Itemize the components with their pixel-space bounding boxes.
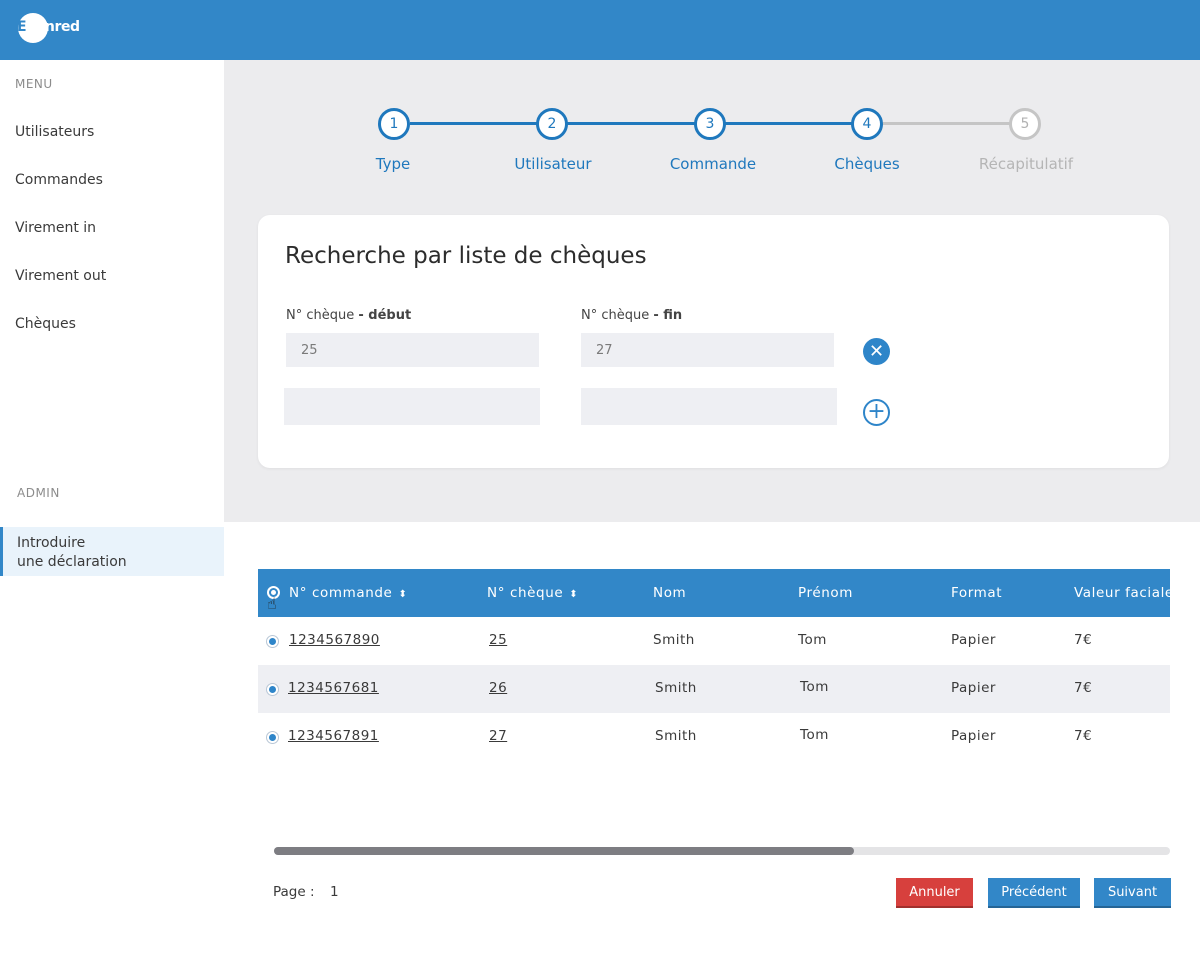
commande-link[interactable]: 1234567890	[289, 632, 380, 648]
sidebar: MENU Utilisateurs Commandes Virement in …	[0, 60, 224, 963]
page-number: 1	[330, 884, 339, 900]
plus-circle-icon: +	[867, 399, 886, 424]
end-field-label-prefix: N° chèque	[581, 308, 650, 323]
column-header-commande[interactable]: N° commande ⬍	[289, 585, 407, 601]
step-4-label[interactable]: Chèques	[787, 155, 947, 173]
menu-heading: MENU	[15, 77, 53, 91]
step-3-label[interactable]: Commande	[633, 155, 793, 173]
column-header-prenom: Prénom	[798, 585, 854, 601]
previous-button[interactable]: Précédent	[988, 878, 1080, 908]
cell-valeur: 7€	[1074, 680, 1093, 696]
sidebar-item-virement-out[interactable]: Virement out	[15, 268, 106, 284]
step-2-label[interactable]: Utilisateur	[473, 155, 633, 173]
step-5-label: Récapitulatif	[978, 155, 1074, 173]
cheque-end-input-1[interactable]: 27	[581, 333, 834, 367]
cell-format: Papier	[951, 632, 996, 648]
row-select-radio[interactable]	[266, 635, 279, 648]
table-row: 1234567681 26 Smith Tom Papier 7€	[258, 665, 1170, 713]
search-card: Recherche par liste de chèques N° chèque…	[258, 215, 1169, 468]
sidebar-item-virement-in[interactable]: Virement in	[15, 220, 96, 236]
column-header-commande-label: N° commande	[289, 585, 393, 601]
admin-heading: ADMIN	[17, 486, 60, 500]
start-field-label-suffix: - début	[358, 308, 412, 323]
table-scrollbar-thumb[interactable]	[274, 847, 854, 855]
commande-link[interactable]: 1234567891	[288, 728, 379, 744]
admin-item-line2: une déclaration	[17, 554, 127, 570]
step-2-circle[interactable]: 2	[536, 108, 568, 140]
commande-link[interactable]: 1234567681	[288, 680, 379, 696]
stepper-line-pending	[870, 122, 1015, 125]
sort-icon[interactable]: ⬍	[569, 589, 578, 600]
logo-text-first: E	[17, 19, 27, 35]
cancel-button[interactable]: Annuler	[896, 878, 973, 908]
step-5-circle: 5	[1009, 108, 1041, 140]
logo-text: Edenred	[17, 19, 80, 35]
cell-prenom: Tom	[800, 679, 829, 695]
sidebar-item-introduire-declaration[interactable]: Introduire une déclaration	[0, 527, 224, 576]
admin-item-line1: Introduire	[17, 535, 86, 551]
cheque-link[interactable]: 25	[489, 632, 507, 648]
stepper-line-done	[410, 122, 870, 125]
next-button[interactable]: Suivant	[1094, 878, 1171, 908]
end-field-label-suffix: - fin	[653, 308, 683, 323]
row-select-radio[interactable]	[266, 683, 279, 696]
column-header-nom: Nom	[653, 585, 687, 601]
step-1-circle[interactable]: 1	[378, 108, 410, 140]
top-header: Edenred	[0, 0, 1200, 60]
cell-nom: Smith	[653, 632, 695, 648]
edenred-logo[interactable]: Edenred	[15, 10, 80, 48]
cell-nom: Smith	[655, 680, 697, 696]
column-header-cheque[interactable]: N° chèque ⬍	[487, 585, 578, 601]
cheque-link[interactable]: 26	[489, 680, 507, 696]
cell-format: Papier	[951, 680, 996, 696]
sidebar-item-utilisateurs[interactable]: Utilisateurs	[15, 124, 94, 140]
table-row: 1234567890 25 Smith Tom Papier 7€	[258, 617, 1170, 665]
cell-nom: Smith	[655, 728, 697, 744]
cheque-start-input-1[interactable]: 25	[286, 333, 539, 367]
search-card-title: Recherche par liste de chèques	[285, 243, 647, 269]
step-3-circle[interactable]: 3	[694, 108, 726, 140]
end-field-label: N° chèque - fin	[581, 308, 682, 323]
start-field-label-prefix: N° chèque	[286, 308, 355, 323]
cell-valeur: 7€	[1074, 728, 1093, 744]
pointer-hand-icon: ☝	[267, 594, 278, 613]
cheque-end-input-2[interactable]	[581, 388, 837, 425]
page-label: Page :	[273, 884, 315, 900]
sidebar-item-commandes[interactable]: Commandes	[15, 172, 103, 188]
cell-prenom: Tom	[798, 632, 827, 648]
remove-range-button[interactable]: ✕	[863, 338, 890, 365]
cell-prenom: Tom	[800, 727, 829, 743]
cell-format: Papier	[951, 728, 996, 744]
close-icon: ✕	[868, 341, 885, 362]
step-1-label[interactable]: Type	[313, 155, 473, 173]
column-header-valeur-faciale: Valeur faciale	[1074, 585, 1170, 601]
table-row: 1234567891 27 Smith Tom Papier 7€	[258, 713, 1170, 761]
add-range-button[interactable]: +	[863, 399, 890, 426]
logo-text-rest: denred	[26, 19, 80, 35]
cheque-link[interactable]: 27	[489, 728, 507, 744]
cheque-start-input-2[interactable]	[284, 388, 540, 425]
step-4-circle[interactable]: 4	[851, 108, 883, 140]
sidebar-item-cheques[interactable]: Chèques	[15, 316, 76, 332]
column-header-cheque-label: N° chèque	[487, 585, 564, 601]
start-field-label: N° chèque - début	[286, 308, 411, 323]
table-header: ☝ N° commande ⬍ N° chèque ⬍ Nom Prénom For…	[258, 569, 1170, 617]
cell-valeur: 7€	[1074, 632, 1093, 648]
row-select-radio[interactable]	[266, 731, 279, 744]
column-header-format: Format	[951, 585, 1003, 601]
sort-icon[interactable]: ⬍	[398, 589, 407, 600]
